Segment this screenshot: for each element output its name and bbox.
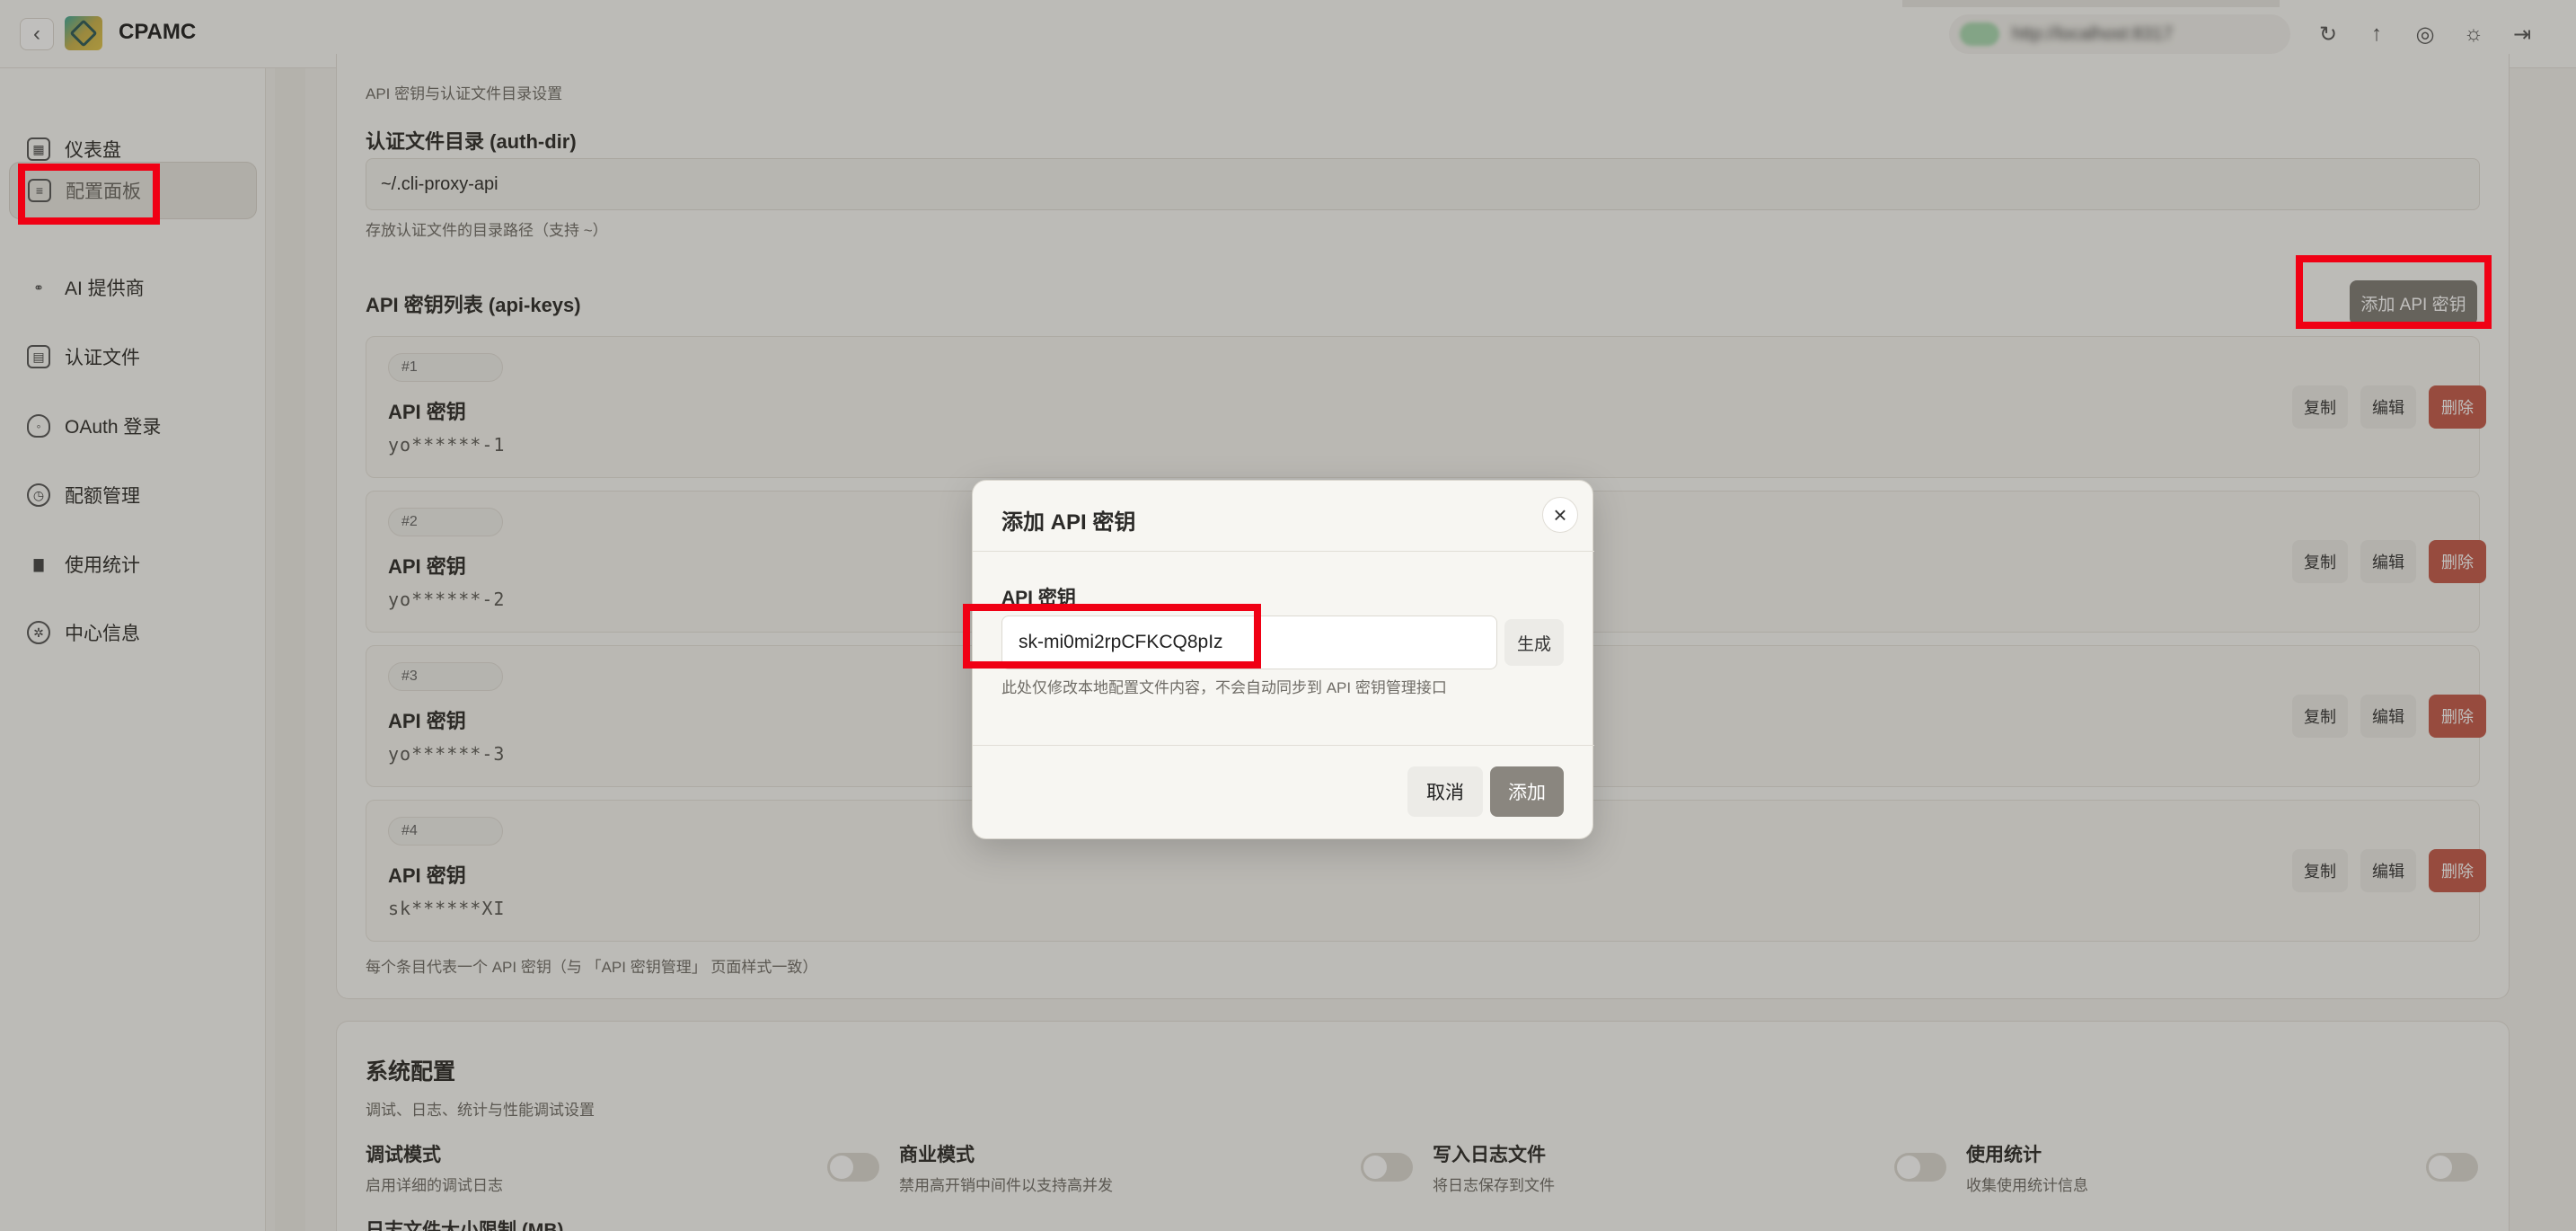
dialog-title: 添加 API 密钥 xyxy=(1001,510,1136,535)
cancel-button[interactable]: 取消 xyxy=(1407,766,1483,817)
dialog-divider xyxy=(973,745,1594,746)
add-api-key-dialog: 添加 API 密钥 × API 密钥 sk-mi0mi2rpCFKCQ8pIz … xyxy=(972,480,1594,839)
api-key-help: 此处仅修改本地配置文件内容，不会自动同步到 API 密钥管理接口 xyxy=(1001,679,1447,696)
close-button[interactable]: × xyxy=(1542,497,1578,533)
add-button[interactable]: 添加 xyxy=(1490,766,1564,817)
api-key-field-label: API 密钥 xyxy=(1001,588,1076,608)
api-key-input[interactable]: sk-mi0mi2rpCFKCQ8pIz xyxy=(1001,616,1497,669)
close-icon: × xyxy=(1553,500,1567,528)
generate-button[interactable]: 生成 xyxy=(1504,619,1564,666)
dialog-divider xyxy=(973,551,1594,552)
